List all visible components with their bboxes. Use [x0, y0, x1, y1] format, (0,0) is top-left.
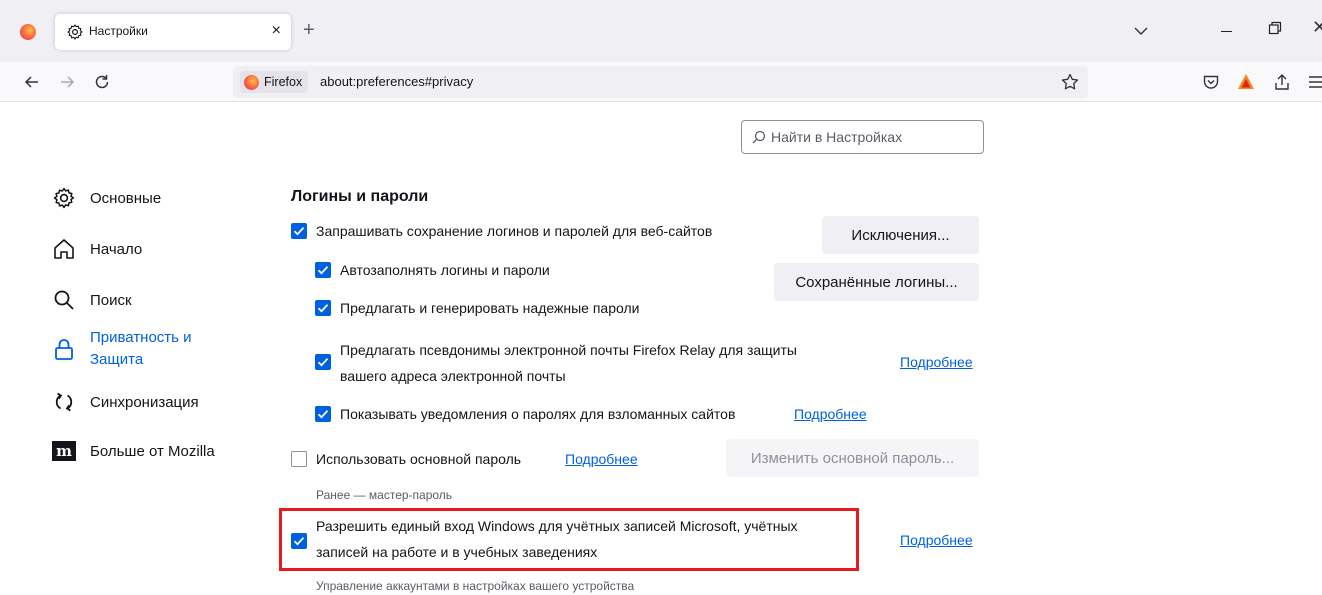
navigation-toolbar: Firefox about:preferences#privacy [0, 62, 1322, 102]
tab-settings[interactable]: Настройки × [55, 14, 291, 50]
reload-icon[interactable] [92, 72, 112, 92]
home-icon [54, 239, 74, 259]
sidebar-item-home[interactable]: Начало [52, 237, 142, 261]
sidebar-item-label: Синхронизация [90, 393, 199, 411]
tab-strip: Настройки × + ✕ [0, 0, 1322, 62]
relay-learn-more-link[interactable]: Подробнее [900, 354, 973, 370]
share-icon[interactable] [1272, 72, 1292, 92]
change-primary-password-button[interactable]: Изменить основной пароль... [726, 439, 979, 477]
firefox-icon [244, 74, 259, 90]
exceptions-button[interactable]: Исключения... [822, 216, 979, 254]
search-icon [752, 130, 766, 144]
accounts-note: Управление аккаунтами в настройках вашег… [316, 579, 635, 593]
breach-alerts-label: Показывать уведомления о паролях для взл… [340, 406, 736, 422]
checkmark-icon [293, 537, 305, 546]
windows-sso-label-line1: Разрешить единый вход Windows для учётны… [316, 518, 798, 534]
sidebar-item-general[interactable]: Основные [52, 186, 161, 210]
breach-alerts-checkbox[interactable] [315, 406, 331, 422]
identity-label: Firefox [264, 75, 303, 89]
checkmark-icon [317, 266, 329, 275]
back-arrow-icon[interactable] [22, 72, 42, 92]
pocket-icon[interactable] [1201, 72, 1221, 92]
url-bar[interactable]: Firefox about:preferences#privacy [233, 66, 1088, 98]
relay-checkbox[interactable] [315, 354, 331, 370]
url-text[interactable]: about:preferences#privacy [320, 74, 473, 89]
sidebar-item-label: Защита [90, 351, 144, 368]
checkmark-icon [317, 358, 329, 367]
sidebar-item-sync[interactable]: Синхронизация [52, 390, 199, 414]
autofill-checkbox[interactable] [315, 262, 331, 278]
tab-title: Настройки [89, 24, 148, 38]
section-title-logins: Логины и пароли [291, 188, 429, 205]
restore-button[interactable] [1267, 20, 1283, 36]
extension-icon[interactable] [1236, 72, 1256, 92]
primary-password-label: Использовать основной пароль [316, 451, 522, 467]
sidebar-item-more-from-mozilla[interactable]: m Больше от Mozilla [52, 439, 215, 463]
windows-sso-learn-more-link[interactable]: Подробнее [900, 532, 973, 548]
svg-text:m: m [56, 442, 72, 460]
windows-sso-checkbox[interactable] [291, 533, 307, 549]
relay-label-line1: Предлагать псевдонимы электронной почты … [340, 342, 797, 358]
menu-icon[interactable] [1306, 72, 1322, 92]
primary-password-learn-more-link[interactable]: Подробнее [565, 451, 638, 467]
new-tab-button[interactable]: + [303, 20, 315, 40]
primary-password-checkbox[interactable] [291, 451, 307, 467]
primary-password-note: Ранее — мастер-пароль [316, 488, 453, 502]
firefox-menu-icon[interactable] [20, 24, 36, 40]
minimize-button[interactable] [1221, 31, 1232, 32]
site-identity[interactable]: Firefox [240, 71, 309, 93]
bookmark-star-icon[interactable] [1060, 72, 1080, 92]
checkmark-icon [317, 410, 329, 419]
gear-icon [53, 187, 75, 209]
forward-arrow-icon[interactable] [57, 72, 77, 92]
search-icon [54, 290, 74, 310]
sidebar-item-label: Основные [90, 189, 162, 207]
windows-sso-label-line2: записей на работе и в учебных заведениях [316, 544, 598, 560]
sync-icon [55, 392, 73, 412]
sidebar-item-privacy[interactable]: Приватность и Защита [52, 327, 192, 371]
suggest-passwords-checkbox[interactable] [315, 300, 331, 316]
search-input[interactable]: Найти в Настройках [741, 120, 984, 154]
sidebar-item-label: Больше от Mozilla [90, 442, 215, 460]
search-placeholder: Найти в Настройках [771, 129, 903, 145]
relay-label-line2: вашего адреса электронной почты [340, 368, 566, 384]
ask-save-checkbox[interactable] [291, 223, 307, 239]
sidebar-item-label: Поиск [90, 291, 132, 309]
saved-logins-button[interactable]: Сохранённые логины... [774, 263, 979, 301]
ask-save-label: Запрашивать сохранение логинов и паролей… [316, 223, 713, 239]
chevron-down-icon[interactable] [1131, 21, 1151, 41]
sidebar-item-search[interactable]: Поиск [52, 288, 132, 312]
lock-icon [55, 339, 73, 360]
tab-close-button[interactable]: × [272, 22, 281, 40]
gear-icon [67, 24, 83, 40]
sidebar-item-label: Начало [90, 240, 143, 258]
sidebar-item-label: Приватность и [90, 329, 192, 346]
checkmark-icon [293, 227, 305, 236]
mozilla-icon: m [52, 441, 76, 461]
autofill-label: Автозаполнять логины и пароли [340, 262, 550, 278]
checkmark-icon [317, 304, 329, 313]
suggest-passwords-label: Предлагать и генерировать надежные парол… [340, 300, 640, 316]
preferences-page: Найти в Настройках Основные Начало Поиск… [0, 102, 1322, 595]
breach-alerts-learn-more-link[interactable]: Подробнее [794, 406, 867, 422]
close-window-button[interactable]: ✕ [1312, 17, 1322, 38]
